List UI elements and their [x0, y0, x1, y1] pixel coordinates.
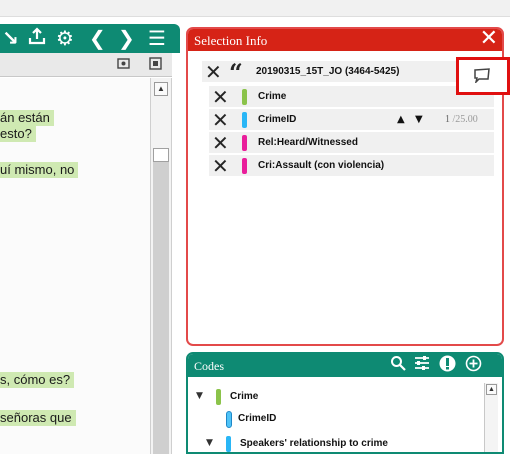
- code-color-bar: [226, 436, 231, 452]
- code-row[interactable]: ✕ Cri:Assault (con violencia): [209, 155, 494, 177]
- document-line[interactable]: señoras que: [0, 410, 76, 426]
- codes-scrollbar[interactable]: ▲: [484, 383, 498, 452]
- code-color-bar: [242, 112, 247, 128]
- add-icon[interactable]: [465, 355, 482, 377]
- code-color-bar: [226, 411, 232, 428]
- code-row[interactable]: ✕ CrimeID ▲ ▼ 1 /25.00: [209, 109, 494, 131]
- document-line[interactable]: esto?: [0, 126, 36, 142]
- document-scrollbar[interactable]: ▲: [150, 78, 172, 454]
- close-icon[interactable]: ✕: [480, 29, 498, 52]
- code-label: Cri:Assault (con violencia): [258, 160, 385, 171]
- document-toolbar: ↘ ⚙ ❮ ❯ ☰: [0, 24, 180, 53]
- selection-info-header: Selection Info ✕: [188, 29, 502, 51]
- scroll-up-icon[interactable]: ▲: [154, 82, 168, 96]
- remove-icon[interactable]: ✕: [205, 61, 222, 83]
- document-line[interactable]: án están: [0, 110, 54, 126]
- comment-button-highlight[interactable]: [456, 57, 510, 95]
- image-settings-icon[interactable]: [116, 56, 131, 72]
- code-color-bar: [216, 389, 221, 405]
- code-row[interactable]: ✕ Rel:Heard/Witnessed: [209, 132, 494, 154]
- quote-row[interactable]: ✕ “ 20190315_15T_JO (3464-5425): [202, 59, 472, 87]
- expand-triangle-icon[interactable]: ▼: [196, 391, 203, 401]
- code-color-bar: [242, 89, 247, 105]
- tree-item-label: Speakers' relationship to crime: [240, 438, 388, 449]
- panel-title: Codes: [194, 359, 224, 373]
- document-subbar: [0, 53, 172, 77]
- scrollbar-track[interactable]: [153, 162, 169, 454]
- codes-panel: Codes ▼ Crime CrimeID ▼ Speakers' relati…: [186, 352, 504, 454]
- scroll-up-icon[interactable]: ▲: [486, 384, 497, 395]
- panel-title: Selection Info: [194, 33, 268, 48]
- code-pager: 1 /25.00: [445, 114, 478, 125]
- code-color-bar: [242, 135, 247, 151]
- quotation-icon: “: [229, 58, 243, 87]
- chevron-left-icon[interactable]: ❮: [89, 27, 106, 49]
- remove-icon[interactable]: ✕: [212, 109, 229, 131]
- code-color-bar: [242, 158, 247, 174]
- document-line[interactable]: s, cómo es?: [0, 372, 75, 388]
- tree-item[interactable]: ▼ Speakers' relationship to crime: [196, 435, 476, 452]
- codes-header: Codes: [188, 354, 502, 377]
- tree-item[interactable]: CrimeID: [196, 410, 476, 429]
- split-view-icon[interactable]: [148, 56, 163, 72]
- quote-label: 20190315_15T_JO (3464-5425): [256, 66, 400, 77]
- export-icon[interactable]: [28, 27, 46, 49]
- code-row[interactable]: ✕ Crime: [209, 86, 494, 108]
- search-icon[interactable]: [390, 355, 406, 376]
- code-label: CrimeID: [258, 114, 297, 125]
- info-icon[interactable]: [439, 355, 456, 377]
- tree-item[interactable]: ▼ Crime: [196, 388, 476, 407]
- chevron-right-icon[interactable]: ❯: [118, 27, 135, 49]
- remove-icon[interactable]: ✕: [212, 132, 229, 154]
- down-arrow-icon[interactable]: ▼: [415, 114, 423, 125]
- document-text-area[interactable]: án están esto? uí mismo, no s, cómo es? …: [0, 78, 150, 454]
- expand-triangle-icon[interactable]: ▼: [206, 438, 213, 448]
- filter-icon[interactable]: [414, 355, 430, 376]
- scrollbar-thumb[interactable]: [153, 148, 169, 162]
- code-label: Rel:Heard/Witnessed: [258, 137, 358, 148]
- top-strip: [0, 0, 510, 17]
- pager-current: 1: [445, 114, 450, 125]
- document-line[interactable]: uí mismo, no: [0, 162, 79, 178]
- remove-icon[interactable]: ✕: [212, 155, 229, 177]
- up-arrow-icon[interactable]: ▲: [397, 114, 405, 125]
- pager-total: /25.00: [452, 114, 478, 125]
- tree-item-label: CrimeID: [238, 413, 277, 424]
- comment-icon[interactable]: [473, 68, 491, 83]
- code-label: Crime: [258, 91, 287, 102]
- remove-icon[interactable]: ✕: [212, 86, 229, 108]
- menu-list-icon[interactable]: ☰: [148, 27, 166, 49]
- tree-item-label: Crime: [230, 391, 259, 402]
- gear-icon[interactable]: ⚙: [56, 27, 74, 49]
- previous-icon[interactable]: ↘: [2, 27, 19, 49]
